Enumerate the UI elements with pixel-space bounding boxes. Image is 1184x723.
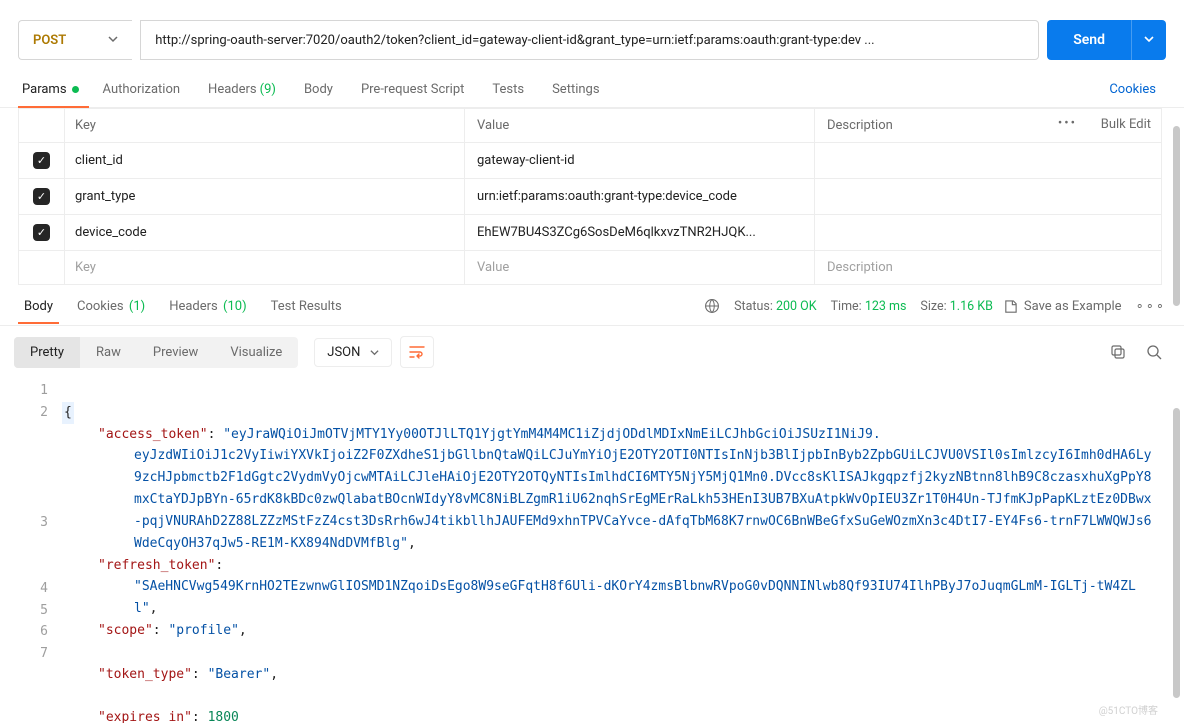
format-select[interactable]: JSON xyxy=(314,338,392,367)
size-value: 1.16 KB xyxy=(950,299,993,314)
scrollbar[interactable] xyxy=(1173,126,1180,306)
send-button[interactable]: Send xyxy=(1047,32,1131,48)
tab-settings[interactable]: Settings xyxy=(538,72,613,107)
param-desc[interactable] xyxy=(815,143,1162,179)
tab-tests[interactable]: Tests xyxy=(478,72,538,107)
status-value: 200 OK xyxy=(776,299,817,314)
tab-headers[interactable]: Headers (9) xyxy=(194,72,290,107)
view-preview[interactable]: Preview xyxy=(137,337,214,368)
response-more-icon[interactable]: ∘∘∘ xyxy=(1136,299,1166,324)
response-tabs: Body Cookies (1) Headers (10) Test Resul… xyxy=(0,285,1184,325)
param-key-placeholder[interactable]: Key xyxy=(65,251,465,285)
wrap-lines-button[interactable] xyxy=(400,336,434,368)
table-row-new: Key Value Description xyxy=(19,251,1162,285)
watermark: @51CTO博客 xyxy=(1099,702,1158,717)
search-icon[interactable] xyxy=(1138,336,1170,368)
resp-tab-cookies[interactable]: Cookies (1) xyxy=(65,299,157,324)
tab-params[interactable]: Params xyxy=(18,72,89,107)
resp-tab-headers[interactable]: Headers (10) xyxy=(157,299,258,324)
chevron-down-icon xyxy=(370,348,379,357)
col-key: Key xyxy=(65,109,465,143)
param-desc[interactable] xyxy=(815,215,1162,251)
param-desc[interactable] xyxy=(815,179,1162,215)
view-visualize[interactable]: Visualize xyxy=(214,337,298,368)
scrollbar[interactable] xyxy=(1173,408,1180,698)
param-key[interactable]: device_code xyxy=(65,215,465,251)
col-description: Description ••• Bulk Edit xyxy=(815,109,1162,143)
save-as-example-button[interactable]: Save as Example xyxy=(1003,299,1122,324)
send-button-group: Send xyxy=(1047,20,1166,60)
param-value[interactable]: gateway-client-id xyxy=(465,143,815,179)
param-value[interactable]: urn:ietf:params:oauth:grant-type:device_… xyxy=(465,179,815,215)
table-row: ✓ grant_type urn:ietf:params:oauth:grant… xyxy=(19,179,1162,215)
tab-authorization[interactable]: Authorization xyxy=(89,72,195,107)
col-value: Value xyxy=(465,109,815,143)
url-input[interactable]: http://spring-oauth-server:7020/oauth2/t… xyxy=(140,20,1039,60)
url-text: http://spring-oauth-server:7020/oauth2/t… xyxy=(155,33,874,48)
request-tabs: Params Authorization Headers (9) Body Pr… xyxy=(0,72,1184,108)
bulk-edit-link[interactable]: Bulk Edit xyxy=(1101,117,1151,132)
cookies-link[interactable]: Cookies xyxy=(1109,82,1166,97)
view-mode-segment: Pretty Raw Preview Visualize xyxy=(14,337,298,368)
row-checkbox[interactable]: ✓ xyxy=(33,152,50,169)
columns-options-icon[interactable]: ••• xyxy=(1058,116,1077,131)
send-options-button[interactable] xyxy=(1132,33,1166,48)
copy-icon[interactable] xyxy=(1102,336,1134,368)
param-key[interactable]: client_id xyxy=(65,143,465,179)
line-gutter: 1 2 3 4 5 6 7 xyxy=(0,380,62,723)
time-value: 123 ms xyxy=(865,299,907,314)
http-method-select[interactable]: POST xyxy=(18,20,132,60)
table-row: ✓ client_id gateway-client-id xyxy=(19,143,1162,179)
http-method-label: POST xyxy=(33,33,66,48)
table-row: ✓ device_code EhEW7BU4S3ZCg6SosDeM6qlkxv… xyxy=(19,215,1162,251)
json-source: { "access_token": "eyJraWQiOiJmOTVjMTY1Y… xyxy=(62,380,1184,723)
tab-body[interactable]: Body xyxy=(290,72,347,107)
params-modified-dot xyxy=(72,86,79,93)
param-desc-placeholder[interactable]: Description xyxy=(815,251,1162,285)
view-raw[interactable]: Raw xyxy=(80,337,137,368)
param-value[interactable]: EhEW7BU4S3ZCg6SosDeM6qlkxvzTNR2HJQK... xyxy=(465,215,815,251)
view-pretty[interactable]: Pretty xyxy=(14,337,80,368)
param-key[interactable]: grant_type xyxy=(65,179,465,215)
response-meta: Status: 200 OK Time: 123 ms Size: 1.16 K… xyxy=(704,298,993,324)
resp-tab-test-results[interactable]: Test Results xyxy=(259,299,354,324)
tab-prerequest[interactable]: Pre-request Script xyxy=(347,72,478,107)
params-table: Key Value Description ••• Bulk Edit ✓ cl… xyxy=(18,108,1162,285)
row-checkbox[interactable]: ✓ xyxy=(33,224,50,241)
row-checkbox[interactable]: ✓ xyxy=(33,188,50,205)
globe-icon[interactable] xyxy=(704,298,720,314)
chevron-down-icon xyxy=(108,33,118,48)
param-value-placeholder[interactable]: Value xyxy=(465,251,815,285)
response-body-viewer[interactable]: 1 2 3 4 5 6 7 { "access_token": "eyJraWQ… xyxy=(0,378,1184,723)
resp-tab-body[interactable]: Body xyxy=(12,299,65,324)
response-view-toolbar: Pretty Raw Preview Visualize JSON xyxy=(0,326,1184,378)
